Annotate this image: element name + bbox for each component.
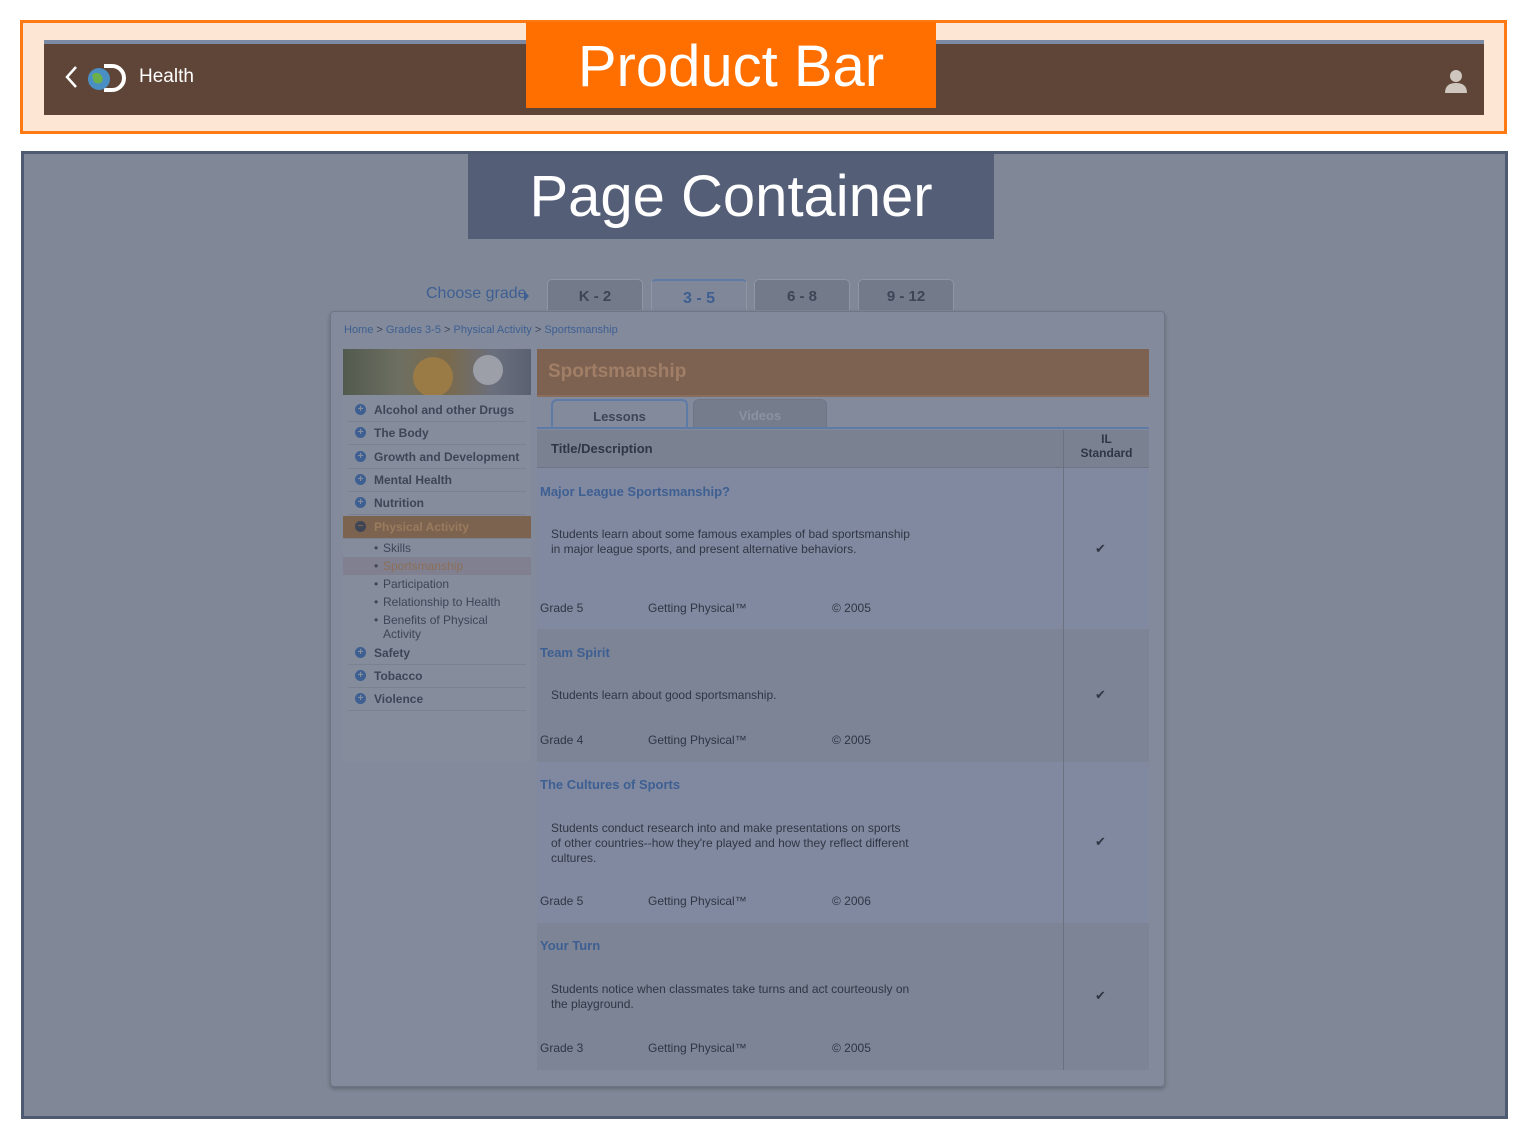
page-title: Sportsmanship bbox=[537, 349, 1149, 397]
lesson-year: © 2006 bbox=[832, 894, 871, 908]
table-row: Your Turn Students notice when classmate… bbox=[537, 923, 1149, 1070]
plus-circle-icon: + bbox=[355, 693, 366, 704]
lesson-year: © 2005 bbox=[832, 1041, 871, 1055]
lesson-series: Getting Physical™ bbox=[648, 601, 747, 615]
lesson-title-link[interactable]: Your Turn bbox=[540, 938, 600, 953]
page-container-label: Page Container bbox=[468, 154, 994, 239]
sidebar-subitem-skills[interactable]: • Skills bbox=[343, 541, 531, 557]
checkmark-icon: ✔ bbox=[1095, 687, 1106, 702]
lesson-grade: Grade 4 bbox=[540, 733, 584, 747]
plus-circle-icon: + bbox=[355, 474, 366, 485]
lesson-description: Students learn about some famous example… bbox=[551, 527, 910, 556]
sidebar-subitem-participation[interactable]: • Participation bbox=[343, 577, 531, 593]
sidebar-subitem-relationship[interactable]: • Relationship to Health bbox=[343, 595, 531, 611]
plus-circle-icon: + bbox=[355, 670, 366, 681]
sidebar-item-physical-activity[interactable]: − Physical Activity bbox=[343, 516, 531, 539]
breadcrumb-separator: > bbox=[376, 324, 383, 336]
grade-tab-9-12[interactable]: 9 - 12 bbox=[858, 279, 954, 310]
breadcrumb-physical-activity[interactable]: Physical Activity bbox=[454, 324, 532, 336]
breadcrumb-separator: > bbox=[444, 324, 451, 336]
sidebar-subitem-benefits[interactable]: • Benefits of Physical Activity bbox=[343, 613, 531, 643]
tab-videos[interactable]: Videos bbox=[693, 399, 827, 429]
lesson-year: © 2005 bbox=[832, 601, 871, 615]
plus-circle-icon: + bbox=[355, 647, 366, 658]
breadcrumb-home[interactable]: Home bbox=[344, 324, 373, 336]
triangle-right-icon bbox=[524, 291, 529, 301]
breadcrumb: Home > Grades 3-5 > Physical Activity > … bbox=[344, 324, 618, 336]
lesson-title-link[interactable]: The Cultures of Sports bbox=[540, 777, 680, 792]
checkmark-icon: ✔ bbox=[1095, 834, 1106, 849]
sidebar-item-the-body[interactable]: + The Body bbox=[348, 422, 526, 445]
choose-grade-label: Choose grade bbox=[426, 285, 527, 302]
tab-lessons[interactable]: Lessons bbox=[551, 399, 688, 429]
lesson-grade: Grade 5 bbox=[540, 894, 584, 908]
plus-circle-icon: + bbox=[355, 451, 366, 462]
product-bar-label: Product Bar bbox=[526, 22, 936, 108]
lesson-series: Getting Physical™ bbox=[648, 1041, 747, 1055]
lesson-series: Getting Physical™ bbox=[648, 894, 747, 908]
lesson-description: Students conduct research into and make … bbox=[551, 821, 909, 865]
tab-underline bbox=[537, 427, 1149, 429]
lesson-grade: Grade 5 bbox=[540, 601, 584, 615]
sidebar-banner-image bbox=[343, 349, 531, 395]
table-row: Major League Sportsmanship? Students lea… bbox=[537, 468, 1149, 629]
lesson-title-link[interactable]: Major League Sportsmanship? bbox=[540, 484, 730, 499]
lesson-grade: Grade 3 bbox=[540, 1041, 584, 1055]
minus-circle-icon: − bbox=[355, 521, 366, 532]
lesson-series: Getting Physical™ bbox=[648, 733, 747, 747]
checkmark-icon: ✔ bbox=[1095, 988, 1106, 1003]
globe-d-logo-icon[interactable] bbox=[84, 63, 128, 93]
column-title-description: Title/Description bbox=[551, 441, 653, 456]
lesson-description: Students learn about good sportsmanship. bbox=[551, 688, 777, 702]
product-title: Health bbox=[139, 66, 194, 87]
sidebar-item-tobacco[interactable]: + Tobacco bbox=[348, 665, 526, 688]
table-row: The Cultures of Sports Students conduct … bbox=[537, 762, 1149, 923]
plus-circle-icon: + bbox=[355, 427, 366, 438]
sidebar-item-mental-health[interactable]: + Mental Health bbox=[348, 469, 526, 492]
table-row: Team Spirit Students learn about good sp… bbox=[537, 629, 1149, 762]
user-icon[interactable] bbox=[1443, 68, 1469, 94]
sidebar-subitem-sportsmanship[interactable]: • Sportsmanship bbox=[343, 557, 531, 575]
plus-circle-icon: + bbox=[355, 497, 366, 508]
lesson-title-link[interactable]: Team Spirit bbox=[540, 645, 610, 660]
breadcrumb-grades[interactable]: Grades 3-5 bbox=[386, 324, 441, 336]
chevron-left-icon[interactable] bbox=[64, 64, 78, 90]
sidebar-item-growth[interactable]: + Growth and Development bbox=[348, 446, 526, 469]
grade-tab-6-8[interactable]: 6 - 8 bbox=[754, 279, 850, 310]
sidebar-item-violence[interactable]: + Violence bbox=[348, 688, 526, 711]
breadcrumb-separator: > bbox=[534, 324, 542, 336]
lesson-year: © 2005 bbox=[832, 733, 871, 747]
sidebar-item-nutrition[interactable]: + Nutrition bbox=[348, 492, 526, 515]
grade-tab-k-2[interactable]: K - 2 bbox=[547, 279, 643, 310]
lesson-description: Students notice when classmates take tur… bbox=[551, 982, 910, 1011]
sidebar-item-alcohol-drugs[interactable]: + Alcohol and other Drugs bbox=[348, 399, 526, 422]
column-il-standard: IL Standard bbox=[1080, 432, 1133, 460]
plus-circle-icon: + bbox=[355, 404, 366, 415]
column-divider bbox=[1063, 430, 1064, 1070]
sidebar-item-safety[interactable]: + Safety bbox=[348, 642, 526, 665]
grade-tab-3-5[interactable]: 3 - 5 bbox=[651, 279, 747, 310]
checkmark-icon: ✔ bbox=[1095, 541, 1106, 556]
breadcrumb-current: Sportsmanship bbox=[544, 324, 618, 336]
